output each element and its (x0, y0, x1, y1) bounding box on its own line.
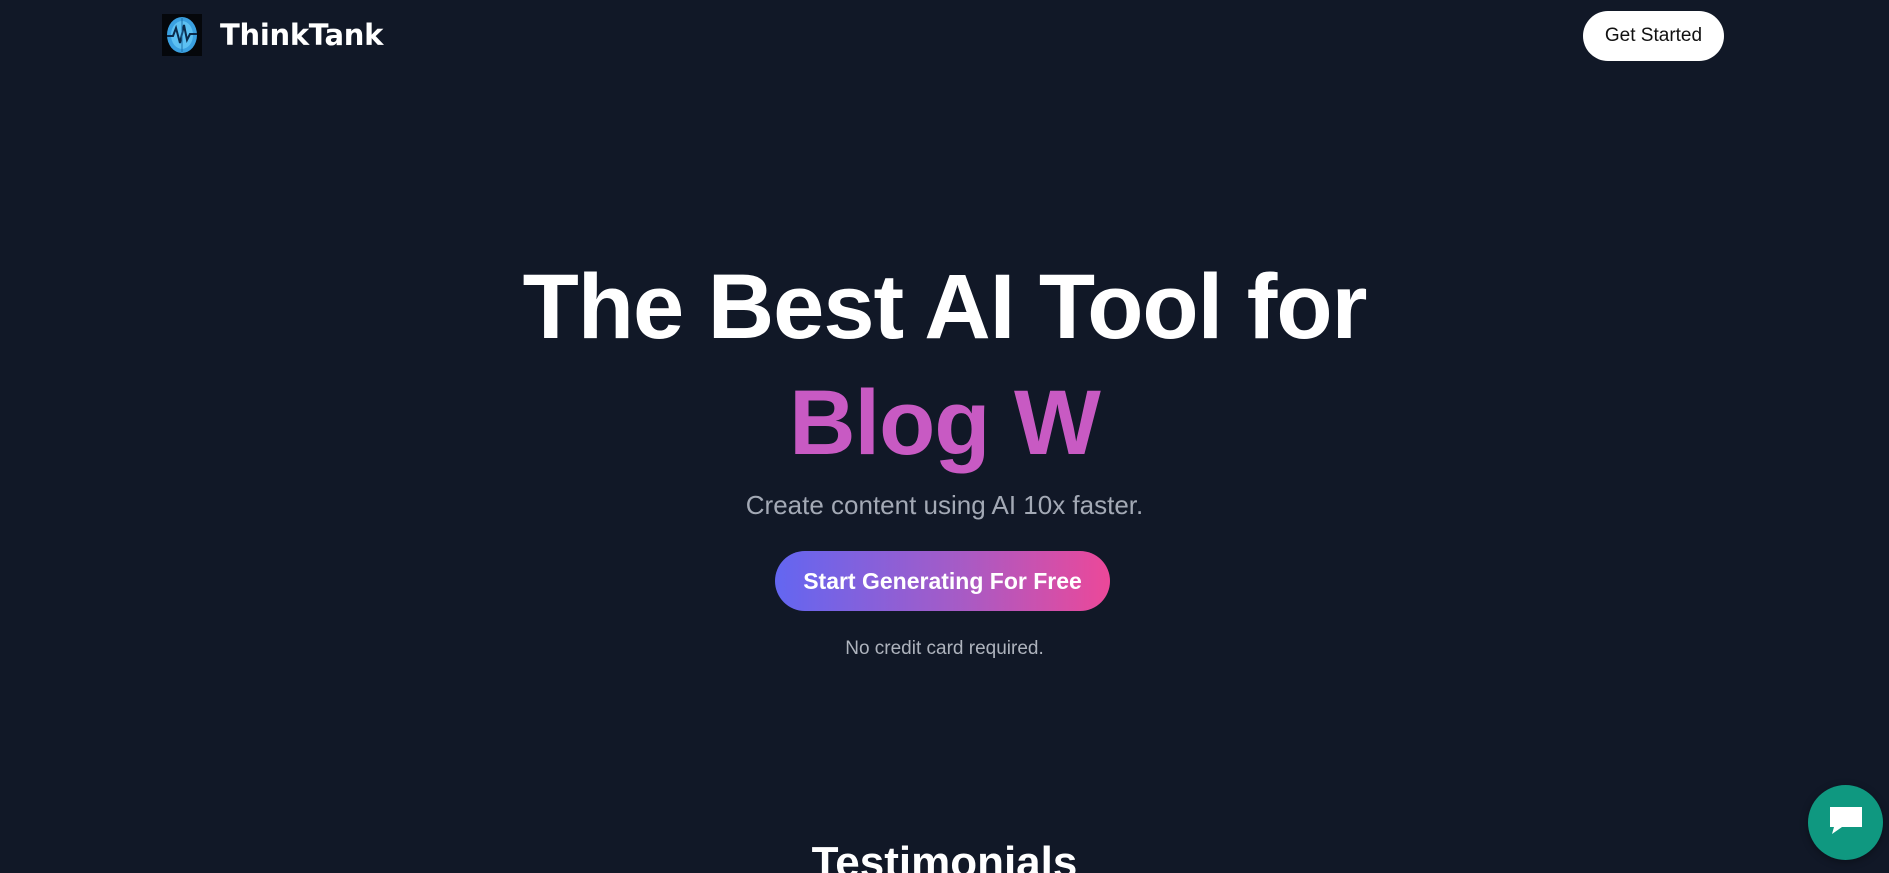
brand-link[interactable]: ThinkTank (162, 14, 383, 56)
chat-widget-button[interactable] (1808, 785, 1883, 860)
start-generating-button[interactable]: Start Generating For Free (775, 551, 1110, 611)
landing-page: ThinkTank Get Started The Best AI Tool f… (0, 0, 1889, 873)
site-header: ThinkTank Get Started (0, 0, 1889, 72)
chat-bubble-icon (1826, 803, 1866, 842)
testimonials-heading: Testimonials (811, 838, 1078, 873)
hero-subtitle: Create content using AI 10x faster. (745, 490, 1144, 520)
brand-name: ThinkTank (220, 18, 384, 52)
hero-typed-text: Blog W (789, 372, 1101, 474)
no-credit-card-note: No credit card required. (845, 638, 1044, 659)
hero-title: The Best AI Tool for (522, 256, 1368, 358)
brain-logo-icon (162, 14, 202, 56)
get-started-button[interactable]: Get Started (1583, 11, 1724, 61)
